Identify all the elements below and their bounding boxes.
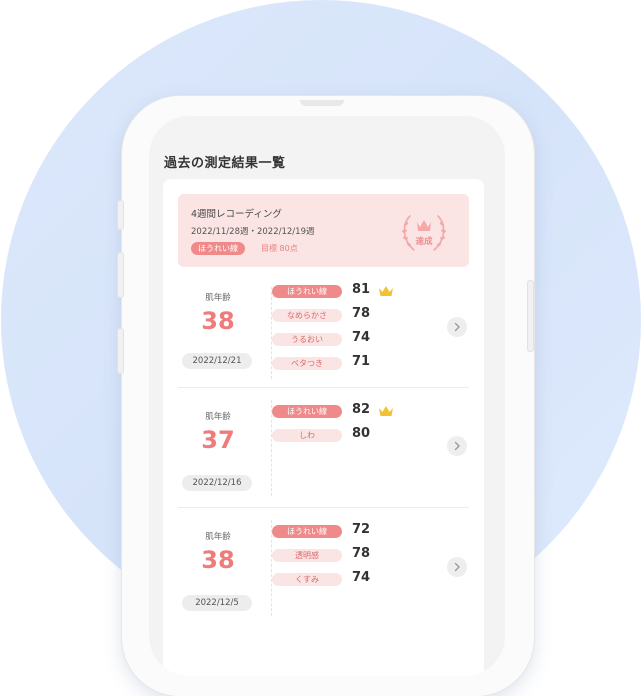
metric-score: 71 bbox=[352, 354, 371, 369]
record-date: 2022/12/16 bbox=[182, 475, 252, 491]
metric-score: 74 bbox=[352, 570, 371, 585]
metric-score: 82 bbox=[352, 402, 371, 417]
metric-label: うるおい bbox=[272, 333, 342, 346]
phone-notch bbox=[300, 100, 344, 106]
detail-chevron-button[interactable] bbox=[447, 557, 467, 577]
results-card: 4週間レコーディング 2022/11/28週・2022/12/19週 ほうれい線… bbox=[163, 179, 484, 676]
metric-label: ほうれい線 bbox=[272, 405, 342, 418]
crown-icon bbox=[379, 406, 393, 416]
metric-score: 80 bbox=[352, 426, 371, 441]
age-label: 肌年齢 bbox=[205, 412, 231, 422]
metric-label: ほうれい線 bbox=[272, 285, 342, 298]
skin-age-value: 38 bbox=[201, 307, 235, 335]
record-date: 2022/12/5 bbox=[182, 595, 252, 611]
metric-score: 81 bbox=[352, 282, 371, 297]
metric-label: くすみ bbox=[272, 573, 342, 586]
banner-goal: 目標 80点 bbox=[261, 244, 298, 253]
metric-label: ほうれい線 bbox=[272, 525, 342, 538]
metric-label: 透明感 bbox=[272, 549, 342, 562]
record-date: 2022/12/21 bbox=[182, 353, 252, 369]
recording-banner[interactable]: 4週間レコーディング 2022/11/28週・2022/12/19週 ほうれい線… bbox=[178, 194, 469, 267]
phone-side-button-2 bbox=[117, 252, 124, 298]
metric-label: しわ bbox=[272, 429, 342, 442]
metric-score: 78 bbox=[352, 306, 371, 321]
phone-side-button-1 bbox=[117, 200, 124, 230]
record-row[interactable]: 肌年齢 38 2022/12/21 ほうれい線 81 なめらかさ 78 うるおい… bbox=[178, 277, 469, 388]
detail-chevron-button[interactable] bbox=[447, 317, 467, 337]
phone-side-button-3 bbox=[117, 328, 124, 374]
chevron-right-icon bbox=[454, 562, 460, 572]
metric-score: 72 bbox=[352, 522, 371, 537]
record-row[interactable]: 肌年齢 37 2022/12/16 ほうれい線 82 しわ 80 bbox=[178, 388, 469, 508]
crown-laurel-icon bbox=[402, 215, 446, 251]
banner-title: 4週間レコーディング bbox=[191, 209, 282, 220]
app-screen: 過去の測定結果一覧 4週間レコーディング 2022/11/28週・2022/12… bbox=[149, 116, 505, 676]
metric-score: 78 bbox=[352, 546, 371, 561]
banner-period: 2022/11/28週・2022/12/19週 bbox=[191, 227, 315, 237]
skin-age-value: 38 bbox=[201, 546, 235, 574]
page-title: 過去の測定結果一覧 bbox=[164, 156, 286, 171]
chevron-right-icon bbox=[454, 441, 460, 451]
record-row[interactable]: 肌年齢 38 2022/12/5 ほうれい線 72 透明感 78 くすみ 74 bbox=[178, 508, 469, 628]
detail-chevron-button[interactable] bbox=[447, 436, 467, 456]
crown-icon bbox=[379, 286, 393, 296]
chevron-right-icon bbox=[454, 322, 460, 332]
achievement-badge: 達成 bbox=[392, 206, 456, 258]
age-label: 肌年齢 bbox=[205, 532, 231, 542]
metric-score: 74 bbox=[352, 330, 371, 345]
age-label: 肌年齢 bbox=[205, 293, 231, 303]
metric-label: ベタつき bbox=[272, 357, 342, 370]
metric-label: なめらかさ bbox=[272, 309, 342, 322]
badge-label: 達成 bbox=[415, 237, 433, 247]
banner-category-tag: ほうれい線 bbox=[191, 242, 245, 255]
skin-age-value: 37 bbox=[201, 426, 235, 454]
phone-power-button bbox=[527, 280, 534, 352]
